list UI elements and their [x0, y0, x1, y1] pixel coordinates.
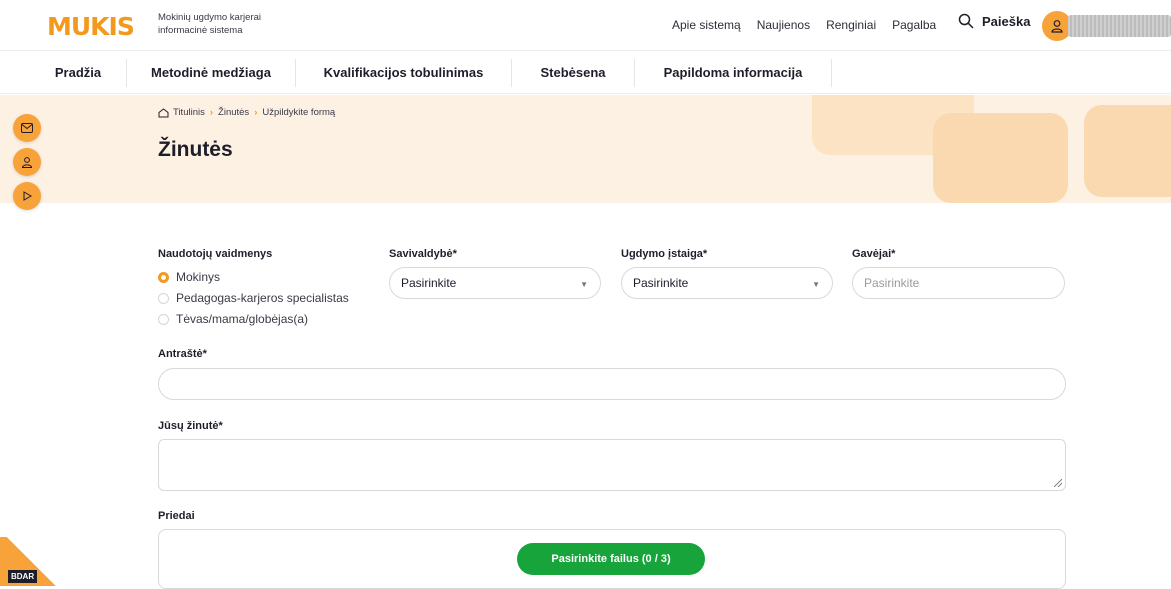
school-label: Ugdymo įstaiga* [621, 248, 708, 260]
message-label: Jūsų žinutė* [158, 420, 223, 432]
roles-label: Naudotojų vaidmenys [158, 248, 273, 260]
recipients-label: Gavėjai* [852, 248, 896, 260]
user-name-redacted [1068, 15, 1171, 37]
radio-checked-icon [158, 271, 169, 283]
radio-unchecked-icon [158, 292, 169, 304]
municipality-select[interactable]: Pasirinkite ▼ [389, 267, 601, 299]
breadcrumb-messages[interactable]: Žinutės [218, 107, 249, 118]
main-nav: Pradžia Metodinė medžiaga Kvalifikacijos… [0, 51, 1171, 94]
search-button[interactable]: Paieška [958, 13, 1030, 29]
role-option-parent[interactable]: Tėvas/mama/globėjas(a) [158, 312, 308, 326]
role-option-label: Pedagogas-karjeros specialistas [176, 291, 349, 305]
logo-text: MUKIS [47, 11, 135, 41]
nav-additional-info[interactable]: Papildoma informacija [635, 51, 831, 93]
municipality-label: Savivaldybė* [389, 248, 457, 260]
home-icon [158, 107, 169, 117]
mail-icon [21, 123, 33, 133]
municipality-value: Pasirinkite [401, 276, 457, 290]
nav-methodical-material[interactable]: Metodinė medžiaga [127, 51, 295, 93]
top-nav: Apie sistemą Naujienos Renginiai Pagalba [672, 18, 952, 32]
subject-label: Antraštė* [158, 348, 207, 360]
school-value: Pasirinkite [633, 276, 689, 290]
role-option-label: Mokinys [176, 270, 221, 284]
page-title: Žinutės [158, 138, 233, 161]
subject-input[interactable] [158, 368, 1066, 400]
role-option-student[interactable]: Mokinys [158, 270, 220, 284]
gdpr-badge[interactable]: BDAR [8, 570, 38, 583]
nav-monitoring[interactable]: Stebėsena [512, 51, 634, 93]
caret-down-icon: ▼ [580, 280, 588, 289]
user-icon [21, 157, 33, 168]
brand-tagline: Mokinių ugdymo karjerai informacinė sist… [158, 12, 261, 36]
message-textarea[interactable] [158, 439, 1066, 491]
topnav-events[interactable]: Renginiai [826, 18, 876, 32]
search-label: Paieška [982, 13, 1031, 29]
profile-float-button[interactable] [13, 148, 41, 176]
nav-qualification[interactable]: Kvalifikacijos tobulinimas [296, 51, 511, 93]
recipients-placeholder: Pasirinkite [864, 276, 920, 290]
search-icon [958, 13, 974, 29]
nav-home[interactable]: Pradžia [30, 51, 126, 93]
breadcrumb-home[interactable]: Titulinis [173, 107, 205, 118]
topnav-news[interactable]: Naujienos [757, 18, 810, 32]
school-select[interactable]: Pasirinkite ▼ [621, 267, 833, 299]
play-icon [23, 191, 32, 201]
recipients-field[interactable]: Pasirinkite [852, 267, 1065, 299]
mukis-logo[interactable]: MUKIS [47, 11, 145, 41]
role-option-label: Tėvas/mama/globėjas(a) [176, 312, 309, 326]
top-header: MUKIS Mokinių ugdymo karjerai informacin… [0, 0, 1171, 51]
radio-unchecked-icon [158, 313, 169, 325]
chevron-right-icon: › [254, 107, 258, 118]
resize-handle-icon[interactable] [1054, 479, 1062, 487]
caret-down-icon: ▼ [812, 280, 820, 289]
topnav-help[interactable]: Pagalba [892, 18, 936, 32]
breadcrumb: Titulinis › Žinutės › Užpildykite formą [158, 107, 335, 118]
page-hero: Titulinis › Žinutės › Užpildykite formą … [0, 95, 1171, 203]
breadcrumb-current: Užpildykite formą [262, 107, 336, 118]
attachments-label: Priedai [158, 510, 195, 522]
messages-float-button[interactable] [13, 114, 41, 142]
choose-files-button[interactable]: Pasirinkite failus (0 / 3) [517, 543, 705, 575]
video-float-button[interactable] [13, 182, 41, 210]
role-option-teacher[interactable]: Pedagogas-karjeros specialistas [158, 291, 349, 305]
chevron-right-icon: › [209, 107, 214, 118]
user-icon [1051, 20, 1063, 33]
topnav-about[interactable]: Apie sistemą [672, 18, 741, 32]
